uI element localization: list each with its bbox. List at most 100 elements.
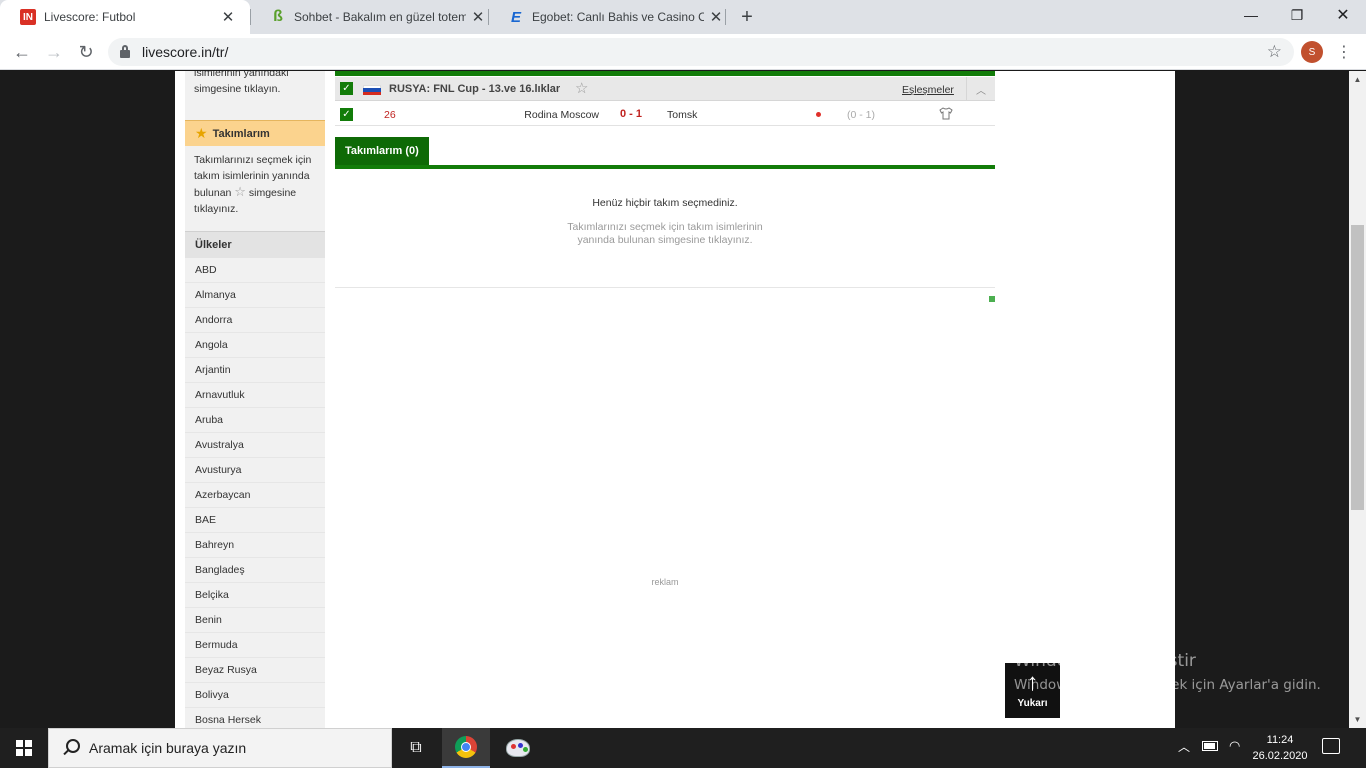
address-bar[interactable]: livescore.in/tr/ ☆ <box>108 38 1294 66</box>
chrome-taskbar-button[interactable] <box>442 728 490 768</box>
minimize-button[interactable]: — <box>1228 0 1274 30</box>
scroll-down-arrow-icon[interactable]: ▼ <box>1349 711 1366 728</box>
tab-title: Livescore: Futbol <box>44 10 136 24</box>
country-item[interactable]: Arnavutluk <box>185 383 325 408</box>
url-text: livescore.in/tr/ <box>142 44 229 60</box>
star-icon: ★ <box>195 125 208 141</box>
divider <box>335 287 995 288</box>
matches-link[interactable]: Eşleşmeler <box>902 84 954 96</box>
tab-my-teams[interactable]: Takımlarım (0) <box>335 137 429 165</box>
search-icon <box>61 738 81 758</box>
chevron-up-icon[interactable]: ︿ <box>966 77 995 101</box>
league-header: ✓ RUSYA: FNL Cup - 13.ve 16.lıklar ☆ Eşl… <box>335 77 995 101</box>
my-teams-header: ★ Takımlarım <box>185 120 325 146</box>
scroll-up-arrow-icon[interactable]: ▲ <box>1349 71 1366 88</box>
paint-taskbar-button[interactable] <box>494 728 542 768</box>
checkbox[interactable]: ✓ <box>340 82 353 95</box>
ad-label: reklam <box>651 577 679 587</box>
tab-livescore[interactable]: IN Livescore: Futbol ✕ <box>0 0 250 34</box>
live-dot-icon <box>816 112 821 117</box>
paint-icon <box>506 739 530 757</box>
match-score: 0 - 1 <box>620 108 643 120</box>
tab-title: Sohbet - Bakalım en güzel totem <box>294 10 466 24</box>
scroll-top-label: Yukarı <box>1017 698 1048 709</box>
country-item[interactable]: Benin <box>185 608 325 633</box>
start-button[interactable] <box>0 728 48 768</box>
section-divider <box>335 71 995 76</box>
country-item[interactable]: ABD <box>185 258 325 283</box>
livescore-icon: IN <box>20 9 36 25</box>
country-item[interactable]: Bolivya <box>185 683 325 708</box>
back-button[interactable]: ← <box>9 39 35 65</box>
vertical-scrollbar[interactable]: ▲ ▼ <box>1349 71 1366 728</box>
egobet-icon: E <box>510 8 521 26</box>
country-item[interactable]: Aruba <box>185 408 325 433</box>
tab-title: Egobet: Canlı Bahis ve Casino Oy <box>532 10 704 24</box>
russia-flag-icon <box>363 85 381 95</box>
tab-sohbet[interactable]: ß Sohbet - Bakalım en güzel totem ✕ <box>250 0 488 34</box>
league-name[interactable]: RUSYA: FNL Cup - 13.ve 16.lıklar <box>389 83 560 95</box>
close-icon[interactable]: ✕ <box>219 8 237 26</box>
wifi-icon[interactable]: ◠ <box>1229 738 1240 754</box>
taskbar-clock[interactable]: 11:24 26.02.2020 <box>1252 732 1308 764</box>
country-item[interactable]: Beyaz Rusya <box>185 658 325 683</box>
country-item[interactable]: Bahreyn <box>185 533 325 558</box>
chrome-icon <box>455 736 477 758</box>
countries-header: Ülkeler <box>185 231 325 258</box>
country-item[interactable]: Avusturya <box>185 458 325 483</box>
my-teams-title: Takımlarım <box>212 127 270 140</box>
windows-taskbar: Aramak için buraya yazın ⧉ ︿ ◠ 11:24 26.… <box>0 728 1366 768</box>
country-item[interactable]: Bosna Hersek <box>185 708 325 728</box>
bookmark-star-icon[interactable]: ☆ <box>1267 42 1282 62</box>
clock-date: 26.02.2020 <box>1252 750 1308 762</box>
close-icon[interactable]: ✕ <box>469 8 487 26</box>
star-outline-icon: ☆ <box>234 184 246 199</box>
my-teams-empty-hint: Takımlarınızı seçmek için takım isimleri… <box>567 221 763 246</box>
home-team: Rodina Moscow <box>524 109 599 121</box>
checkbox[interactable]: ✓ <box>340 108 353 121</box>
tab-egobet[interactable]: E Egobet: Canlı Bahis ve Casino Oy ✕ <box>488 0 726 34</box>
ad-marker-icon <box>989 296 995 302</box>
close-icon[interactable]: ✕ <box>707 8 725 26</box>
profile-avatar[interactable]: S <box>1301 41 1323 63</box>
menu-icon[interactable]: ⋮ <box>1334 40 1354 64</box>
country-item[interactable]: BAE <box>185 508 325 533</box>
sohbet-icon: ß <box>273 8 283 25</box>
lock-icon <box>120 45 130 58</box>
left-sidebar: isimlerinin yanındaki simgesine tıklayın… <box>185 71 325 728</box>
scrollbar-thumb[interactable] <box>1351 225 1364 510</box>
window-close-button[interactable]: ✕ <box>1320 0 1366 30</box>
forward-button[interactable]: → <box>41 39 67 65</box>
page-viewport: isimlerinin yanındaki simgesine tıklayın… <box>0 71 1349 728</box>
match-row[interactable]: ✓ 26 Rodina Moscow 0 - 1 Tomsk (0 - 1) <box>335 102 995 126</box>
chevron-up-icon[interactable]: ︿ <box>1178 738 1190 755</box>
country-item[interactable]: Almanya <box>185 283 325 308</box>
country-item[interactable]: Angola <box>185 333 325 358</box>
restore-button[interactable]: ❐ <box>1274 0 1320 30</box>
country-item[interactable]: Arjantin <box>185 358 325 383</box>
star-outline-icon[interactable]: ☆ <box>575 79 588 97</box>
main-column: ✓ RUSYA: FNL Cup - 13.ve 16.lıklar ☆ Eşl… <box>335 71 995 728</box>
my-teams-help: Takımlarınızı seçmek için takım isimleri… <box>194 152 319 217</box>
clock-time: 11:24 <box>1266 734 1294 746</box>
country-item[interactable]: Bermuda <box>185 633 325 658</box>
windows-logo-icon <box>16 740 32 756</box>
lineup-shirt-icon[interactable] <box>939 107 953 120</box>
country-item[interactable]: Avustralya <box>185 433 325 458</box>
countries-list: ABD Almanya Andorra Angola Arjantin Arna… <box>185 258 325 728</box>
reload-button[interactable]: ↻ <box>73 39 99 65</box>
notification-icon[interactable] <box>1322 738 1340 754</box>
scroll-top-button[interactable]: ↑ Yukarı <box>1005 663 1060 718</box>
taskbar-search[interactable]: Aramak için buraya yazın <box>48 728 392 768</box>
country-item[interactable]: Belçika <box>185 583 325 608</box>
country-item[interactable]: Andorra <box>185 308 325 333</box>
site-content: isimlerinin yanındaki simgesine tıklayın… <box>175 71 1175 728</box>
browser-tab-strip: IN Livescore: Futbol ✕ ß Sohbet - Bakalı… <box>0 0 1366 34</box>
new-tab-button[interactable]: + <box>736 6 758 28</box>
task-view-icon[interactable]: ⧉ <box>392 728 440 768</box>
sidebar-prev-text: isimlerinin yanındaki simgesine tıklayın… <box>194 71 289 95</box>
halftime-score: (0 - 1) <box>847 109 876 121</box>
country-item[interactable]: Azerbaycan <box>185 483 325 508</box>
battery-icon[interactable] <box>1202 741 1218 751</box>
country-item[interactable]: Bangladeş <box>185 558 325 583</box>
